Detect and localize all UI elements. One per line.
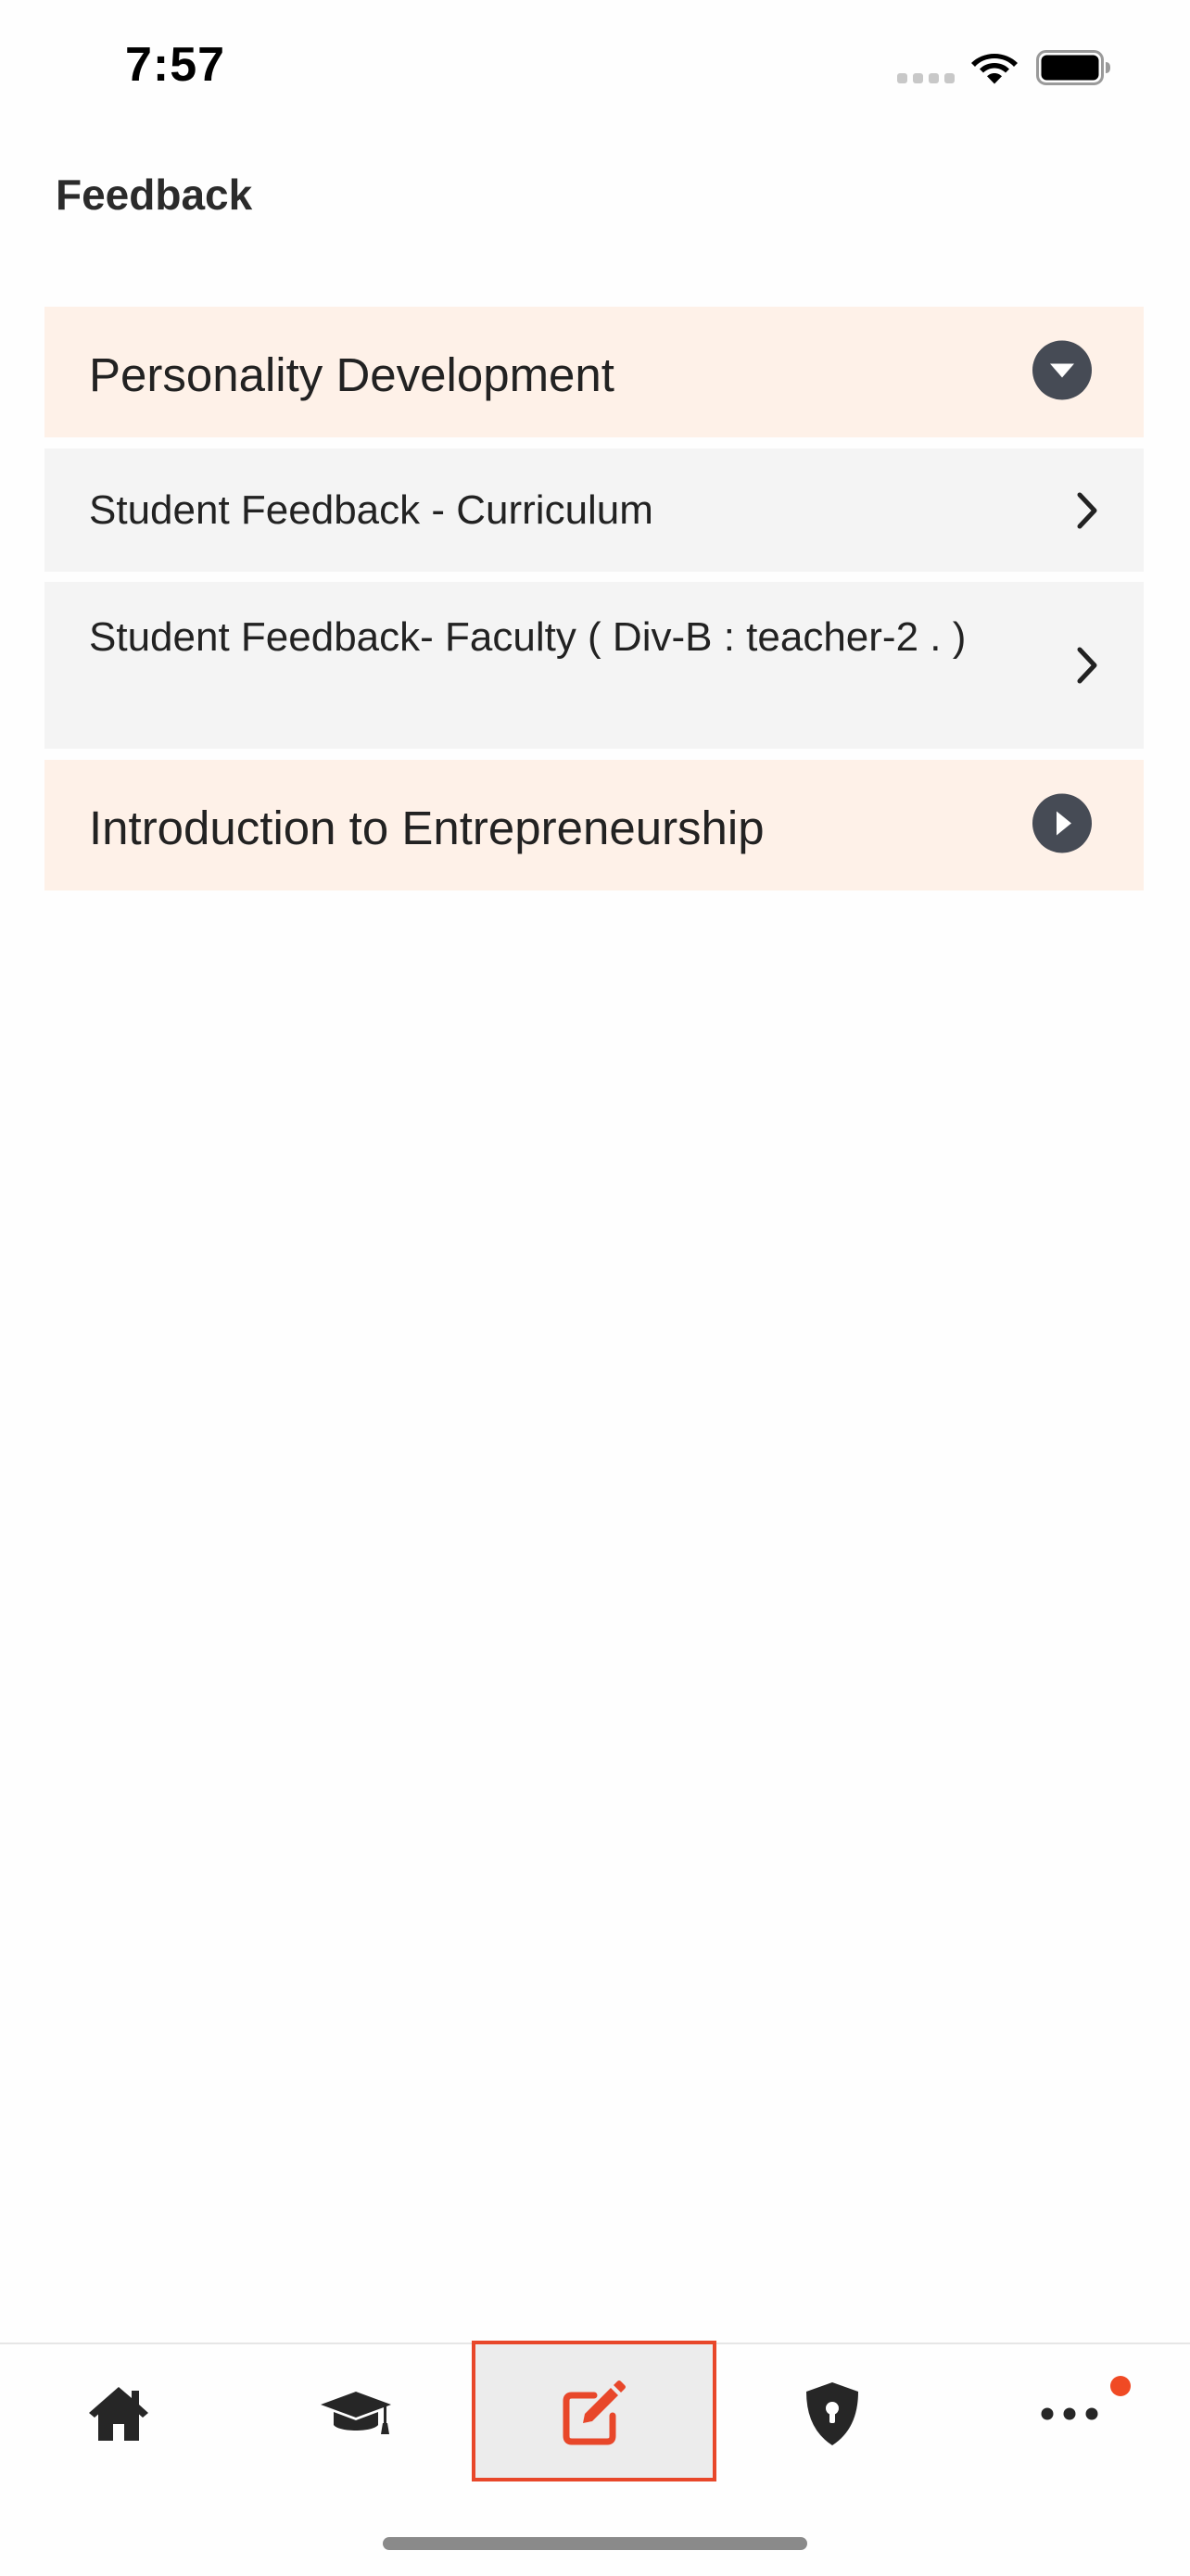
- home-icon: [89, 2387, 148, 2441]
- tab-more[interactable]: [951, 2344, 1188, 2483]
- feedback-item-faculty[interactable]: Student Feedback- Faculty ( Div-B : teac…: [44, 582, 1144, 749]
- notification-badge: [1110, 2376, 1131, 2396]
- course-row-introduction-to-entrepreneurship[interactable]: Introduction to Entrepreneurship: [44, 760, 1144, 890]
- course-title: Personality Development: [89, 347, 614, 401]
- shield-lock-icon: [806, 2382, 858, 2445]
- tab-feedback[interactable]: [475, 2344, 713, 2483]
- more-dots-icon: [1041, 2407, 1098, 2420]
- edit-icon: [563, 2380, 626, 2445]
- wifi-icon: [971, 54, 1018, 84]
- cellular-signal-icon: [897, 73, 955, 84]
- tab-security[interactable]: [714, 2344, 951, 2483]
- course-title: Introduction to Entrepreneurship: [89, 801, 765, 854]
- chevron-right-icon: [1077, 647, 1097, 684]
- battery-icon: [1036, 50, 1110, 85]
- tab-home[interactable]: [0, 2344, 237, 2483]
- caret-right-circle-icon[interactable]: [1032, 792, 1092, 852]
- feedback-item-curriculum[interactable]: Student Feedback - Curriculum: [44, 448, 1144, 572]
- page-title: Feedback: [56, 170, 253, 219]
- status-bar: 7:57: [0, 0, 1190, 139]
- feedback-item-label: Student Feedback - Curriculum: [89, 487, 653, 533]
- status-time: 7:57: [125, 38, 226, 92]
- chevron-right-icon: [1077, 492, 1097, 528]
- caret-down-circle-icon[interactable]: [1032, 339, 1092, 399]
- graduation-cap-icon: [321, 2392, 391, 2434]
- course-row-personality-development[interactable]: Personality Development: [44, 307, 1144, 437]
- home-indicator[interactable]: [383, 2537, 807, 2550]
- feedback-item-label: Student Feedback- Faculty ( Div-B : teac…: [89, 614, 967, 660]
- tab-courses[interactable]: [237, 2344, 475, 2483]
